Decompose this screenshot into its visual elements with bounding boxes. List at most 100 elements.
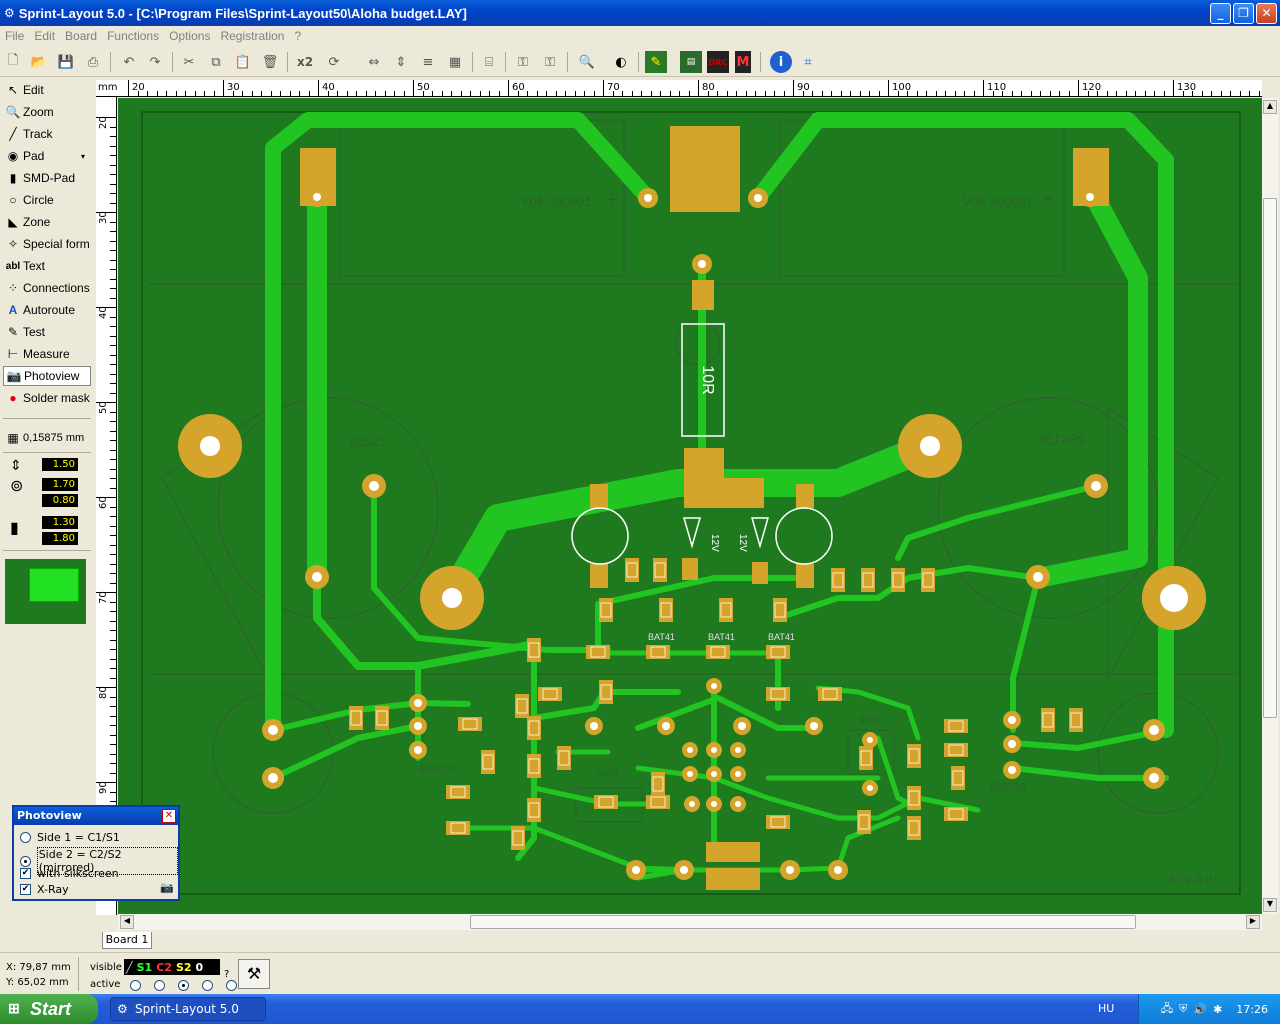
grid-setting[interactable]: ▦ 0,15875 mm (3, 428, 91, 448)
start-button[interactable]: ⊞ Start (0, 994, 98, 1024)
smd-component[interactable] (446, 821, 470, 835)
smd-component[interactable] (831, 568, 845, 592)
unlock-icon[interactable]: ⚿ (539, 51, 561, 73)
minimize-button[interactable]: _ (1210, 3, 1231, 24)
open-folder-icon[interactable]: 📂 (28, 51, 50, 73)
photoview-close-icon[interactable]: ✕ (162, 809, 176, 823)
scroll-down-icon[interactable]: ▼ (1263, 898, 1277, 912)
pad-inner-value[interactable]: 0.80 (42, 494, 78, 507)
cap-small-right[interactable] (775, 507, 833, 565)
align-icon[interactable]: ≡ (417, 51, 439, 73)
smd-component[interactable] (538, 687, 562, 701)
smd-component[interactable] (646, 645, 670, 659)
cap-small-left[interactable] (571, 507, 629, 565)
horizontal-scrollbar[interactable]: ◀ ▶ (118, 914, 1262, 930)
color-preview[interactable] (5, 559, 86, 624)
active-s2-radio[interactable] (202, 980, 213, 991)
layer-s2[interactable]: S2 (176, 961, 192, 974)
layer-0[interactable]: 0 (196, 961, 204, 974)
tool-photoview[interactable]: 📷 Photoview (3, 366, 91, 386)
side1-radio[interactable] (20, 832, 31, 843)
xray-checkbox[interactable]: ✔ (20, 884, 31, 895)
smd-component[interactable] (557, 746, 571, 770)
smd-component[interactable] (481, 750, 495, 774)
smd-component[interactable] (458, 717, 482, 731)
scroll-up-icon[interactable]: ▲ (1263, 100, 1277, 114)
active-o-radio[interactable] (226, 980, 237, 991)
active-c2-radio[interactable] (178, 980, 189, 991)
zener-right[interactable] (751, 517, 769, 549)
group-icon[interactable]: ▦ (444, 51, 466, 73)
smd-component[interactable] (527, 798, 541, 822)
tool-zone[interactable]: ◣ Zone (3, 212, 91, 232)
save-icon[interactable]: 💾 (55, 51, 77, 73)
tool-autoroute[interactable]: A Autoroute (3, 300, 91, 320)
copy-icon[interactable]: ⧉ (205, 51, 227, 73)
smd-component[interactable] (944, 719, 968, 733)
components-icon[interactable]: ⌸ (478, 51, 500, 73)
tool-solder-mask[interactable]: ● Solder mask (3, 388, 91, 408)
smd-component[interactable] (349, 706, 363, 730)
info-icon[interactable]: i (770, 51, 792, 73)
smd-component[interactable] (818, 687, 842, 701)
smd-component[interactable] (659, 598, 673, 622)
track-width-value[interactable]: 1.50 (42, 458, 78, 471)
vertical-scroll-thumb[interactable] (1263, 198, 1277, 718)
rotate-icon[interactable]: ⟳ (323, 51, 345, 73)
contrast-icon[interactable]: ◐ (610, 51, 632, 73)
maximize-button[interactable]: ❐ (1233, 3, 1254, 24)
smd-component[interactable] (599, 680, 613, 704)
camera-icon[interactable]: 📷 (160, 881, 176, 895)
smd-height-value[interactable]: 1.80 (42, 532, 78, 545)
print-icon[interactable]: ⎙ (82, 51, 104, 73)
volume-icon[interactable]: 🔊 (1193, 1003, 1207, 1016)
tool-edit[interactable]: ↖ Edit (3, 80, 91, 100)
tool-connections[interactable]: ⁘ Connections (3, 278, 91, 298)
tool-circle[interactable]: ○ Circle (3, 190, 91, 210)
scroll-right-icon[interactable]: ▶ (1246, 915, 1260, 929)
lock-icon[interactable]: ⚿ (512, 51, 534, 73)
silkscreen-checkbox[interactable]: ✔ (20, 868, 31, 879)
smd-component[interactable] (375, 706, 389, 730)
tool-measure[interactable]: ⊢ Measure (3, 344, 91, 364)
smd-component[interactable] (651, 772, 665, 796)
active-s1-radio[interactable] (154, 980, 165, 991)
smd-component[interactable] (706, 645, 730, 659)
smd-component[interactable] (921, 568, 935, 592)
undo-icon[interactable]: ↶ (118, 51, 140, 73)
layer-s1[interactable]: S1 (137, 961, 153, 974)
delete-icon[interactable]: 🗑 (259, 51, 281, 73)
drc-icon[interactable]: DRC (707, 51, 729, 73)
smd-component[interactable] (594, 795, 618, 809)
pad-dropdown-icon[interactable]: ▾ (81, 152, 85, 161)
smd-component[interactable] (653, 558, 667, 582)
horizontal-scroll-thumb[interactable] (470, 915, 1136, 929)
tool-track[interactable]: ╱ Track (3, 124, 91, 144)
smd-component[interactable] (527, 716, 541, 740)
smd-component[interactable] (586, 645, 610, 659)
tool-text[interactable]: abl Text (3, 256, 91, 276)
side1-option[interactable]: Side 1 = C1/S1 (20, 831, 120, 844)
mirror-h-icon[interactable]: ⇔ (363, 51, 385, 73)
redo-icon[interactable]: ↷ (144, 51, 166, 73)
tool-special-form[interactable]: ✧ Special form (3, 234, 91, 254)
smd-component[interactable] (1041, 708, 1055, 732)
pcb-settings-icon[interactable]: ✎ (645, 51, 667, 73)
zoom-icon[interactable]: 🔍 (576, 51, 598, 73)
menu-board[interactable]: Board (60, 29, 102, 43)
smd-component[interactable] (646, 795, 670, 809)
close-button[interactable]: ✕ (1256, 3, 1277, 24)
smd-component[interactable] (944, 807, 968, 821)
vertical-scrollbar[interactable]: ▲ ▼ (1262, 98, 1278, 914)
smd-component[interactable] (951, 766, 965, 790)
smd-component[interactable] (891, 568, 905, 592)
menu-options[interactable]: Options (164, 29, 215, 43)
mirror-v-icon[interactable]: ⇕ (390, 51, 412, 73)
xray-option[interactable]: ✔ X-Ray (20, 883, 69, 896)
smd-component[interactable] (515, 694, 529, 718)
language-indicator[interactable]: HU (1098, 1002, 1114, 1015)
smd-component[interactable] (625, 558, 639, 582)
menu-functions[interactable]: Functions (102, 29, 164, 43)
active-c1-radio[interactable] (130, 980, 141, 991)
smd-component[interactable] (719, 598, 733, 622)
